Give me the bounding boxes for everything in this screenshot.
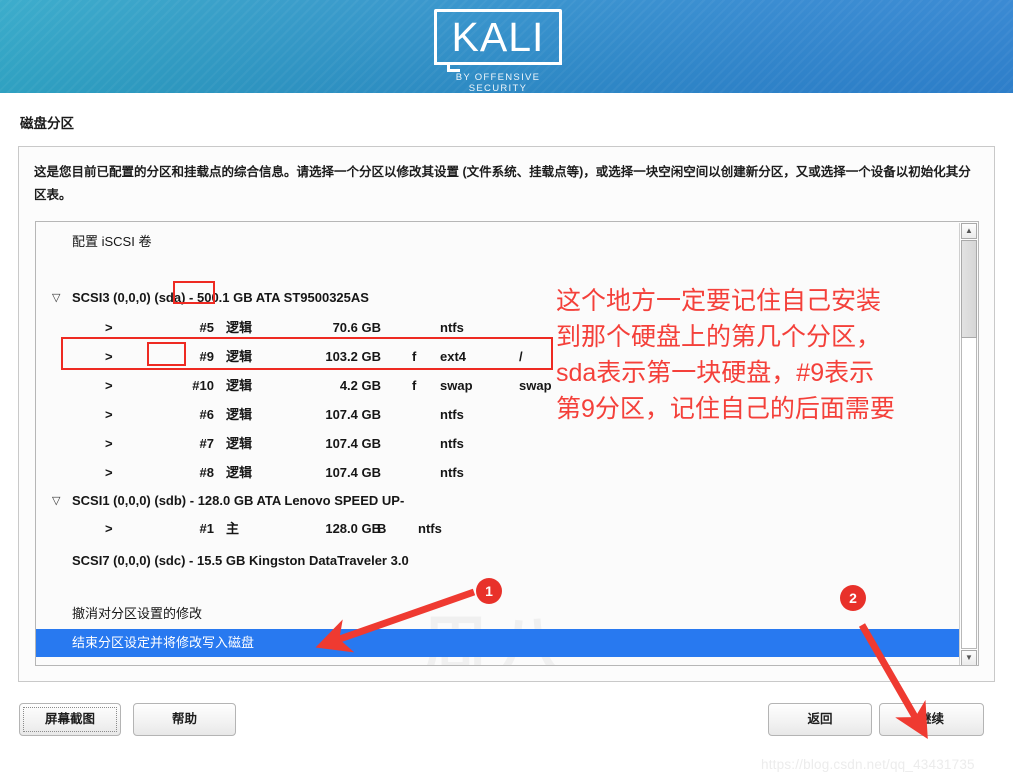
partition-expander-icon: >: [105, 407, 113, 422]
partition-number: #6: [199, 407, 214, 422]
annotation-note-text: 这个地方一定要记住自己安装 到那个硬盘上的第几个分区， sda表示第一块硬盘，#9表…: [556, 283, 1004, 427]
partition-number: #9: [199, 349, 214, 364]
list-item-label: 结束分区设定并将修改写入磁盘: [72, 635, 255, 650]
expander-triangle-icon: ▽: [52, 495, 61, 507]
partition-type: 逻辑: [226, 349, 253, 364]
partition-expander-icon: >: [105, 378, 113, 393]
partition-flag: f: [412, 349, 417, 364]
partition-mountpoint: swap: [519, 378, 552, 393]
expander-triangle-icon: ▽: [52, 292, 61, 304]
annotation-marker-1: 1: [476, 578, 502, 604]
back-button-label: 返回: [807, 712, 833, 726]
partition-filesystem: ntfs: [440, 407, 464, 422]
partition-type: 主: [226, 521, 240, 536]
partition-size: 107.4 GB: [325, 436, 381, 451]
page-title: 磁盘分区: [20, 116, 74, 131]
list-item-disk[interactable]: ▽ SCSI1 (0,0,0) (sdb) - 128.0 GB ATA Leno…: [36, 487, 960, 515]
partition-flag: f: [412, 378, 417, 393]
disk-label: SCSI1 (0,0,0) (sdb) - 128.0 GB ATA Lenov…: [72, 493, 405, 508]
partition-size: 103.2 GB: [325, 349, 381, 364]
list-item-label: 配置 iSCSI 卷: [72, 234, 152, 249]
kali-logo: KALI BY OFFENSIVE SECURITY: [434, 9, 574, 93]
help-button-label: 帮助: [171, 712, 197, 726]
partition-size: 128.0 GB: [325, 521, 381, 536]
partition-size: 70.6 GB: [332, 320, 381, 335]
partition-number: #7: [199, 436, 214, 451]
screenshot-button-label: 屏幕截图: [44, 712, 95, 726]
partition-number: #1: [199, 521, 214, 536]
partition-filesystem: ext4: [440, 349, 467, 364]
partition-expander-icon: >: [105, 349, 113, 364]
partition-flag: B: [377, 521, 387, 536]
partition-type: 逻辑: [226, 465, 253, 480]
partition-number: #8: [199, 465, 214, 480]
scroll-down-icon[interactable]: ▼: [961, 650, 977, 665]
back-button[interactable]: 返回: [768, 703, 872, 736]
scroll-up-icon[interactable]: ▲: [961, 223, 977, 239]
partition-expander-icon: >: [105, 436, 113, 451]
continue-button[interactable]: 继续: [879, 703, 984, 736]
list-item-disk[interactable]: SCSI7 (0,0,0) (sdc) - 15.5 GB Kingston D…: [36, 547, 960, 575]
list-item-action[interactable]: 撤消对分区设置的修改: [36, 600, 960, 628]
continue-button-label: 继续: [918, 712, 944, 726]
partition-filesystem: ntfs: [440, 436, 464, 451]
list-item-action[interactable]: 配置 iSCSI 卷: [36, 228, 960, 256]
list-item-label: 撤消对分区设置的修改: [72, 606, 203, 621]
list-item-partition[interactable]: > #1 主 128.0 GB Bntfs: [36, 515, 960, 543]
partition-filesystem: ntfs: [440, 465, 464, 480]
screenshot-button[interactable]: 屏幕截图: [19, 703, 121, 736]
partition-size: 107.4 GB: [325, 465, 381, 480]
annotation-marker-2: 2: [840, 585, 866, 611]
kali-header-banner: KALI BY OFFENSIVE SECURITY: [0, 0, 1013, 93]
partition-number: #10: [192, 378, 214, 393]
partition-expander-icon: >: [105, 320, 113, 335]
kali-logo-subtitle: BY OFFENSIVE SECURITY: [455, 72, 541, 93]
partition-type: 逻辑: [226, 378, 253, 393]
partition-mountpoint: /: [519, 349, 523, 364]
partition-filesystem: swap: [440, 378, 473, 393]
partition-type: 逻辑: [226, 436, 253, 451]
source-url-watermark: https://blog.csdn.net/qq_43431735: [761, 757, 975, 772]
partition-expander-icon: >: [105, 521, 113, 536]
annotation-note-line-1: 这个地方一定要记住自己安装: [556, 287, 882, 315]
disk-label: SCSI3 (0,0,0) (sda) - 500.1 GB ATA ST950…: [72, 290, 369, 305]
partition-filesystem: ntfs: [418, 521, 442, 536]
annotation-note-line-2: 到那个硬盘上的第几个分区，: [556, 323, 882, 351]
list-item-finish-partitioning[interactable]: 结束分区设定并将修改写入磁盘: [36, 629, 960, 657]
list-item-partition[interactable]: > #8 逻辑 107.4 GB ntfs: [36, 459, 960, 487]
intro-description: 这是您目前已配置的分区和挂载点的综合信息。请选择一个分区以修改其设置 (文件系统…: [34, 165, 971, 202]
disk-label: SCSI7 (0,0,0) (sdc) - 15.5 GB Kingston D…: [72, 553, 409, 568]
partition-number: #5: [199, 320, 214, 335]
kali-logo-wordmark: KALI: [451, 14, 545, 60]
annotation-note-line-3: sda表示第一块硬盘，#9表示: [556, 359, 875, 387]
list-item-partition[interactable]: > #7 逻辑 107.4 GB ntfs: [36, 430, 960, 458]
partition-filesystem: ntfs: [440, 320, 464, 335]
partition-expander-icon: >: [105, 465, 113, 480]
partition-size: 4.2 GB: [339, 378, 381, 393]
annotation-note-line-4: 第9分区，记住自己的后面需要: [556, 395, 895, 423]
partition-type: 逻辑: [226, 320, 253, 335]
help-button[interactable]: 帮助: [133, 703, 236, 736]
partition-type: 逻辑: [226, 407, 253, 422]
partition-size: 107.4 GB: [325, 407, 381, 422]
